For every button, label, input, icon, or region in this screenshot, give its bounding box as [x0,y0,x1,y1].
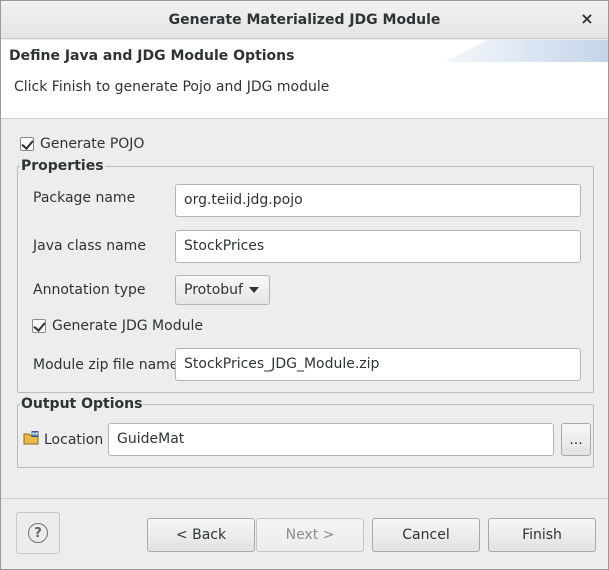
generate-jdg-module-option[interactable]: Generate JDG Module [32,318,203,334]
dialog-title: Generate Materialized JDG Module [168,12,441,28]
package-name-label: Package name [33,190,136,206]
help-button[interactable]: ? [16,512,60,554]
annotation-type-dropdown[interactable]: Protobuf [175,275,270,305]
help-icon: ? [28,523,48,543]
finish-button[interactable]: Finish [488,518,596,552]
location-label: Location [44,432,104,448]
back-button[interactable]: < Back [147,518,255,552]
wizard-banner: Define Java and JDG Module Options Click… [1,40,608,119]
java-class-name-field[interactable]: StockPrices [175,230,581,263]
java-class-name-label: Java class name [33,238,146,254]
annotation-type-label: Annotation type [33,282,146,298]
properties-legend: Properties [21,158,104,174]
next-button[interactable]: Next > [256,518,364,552]
cancel-button[interactable]: Cancel [372,518,480,552]
generate-pojo-label: Generate POJO [40,136,145,152]
chevron-down-icon [248,287,259,293]
folder-icon [23,431,39,449]
button-bar-separator [1,498,608,499]
dialog-window: Generate Materialized JDG Module × Defin… [0,0,609,570]
banner-decoration [444,40,608,62]
page-description: Click Finish to generate Pojo and JDG mo… [14,79,330,95]
browse-button[interactable]: ... [561,423,591,456]
generate-pojo-checkbox[interactable] [20,137,34,151]
generate-jdg-module-checkbox[interactable] [32,319,46,333]
module-zip-file-name-label: Module zip file name [33,357,179,373]
annotation-type-value: Protobuf [184,282,243,298]
location-label-group: Location [23,431,103,449]
package-name-field[interactable]: org.teiid.jdg.pojo [175,184,581,217]
page-heading: Define Java and JDG Module Options [9,48,295,64]
module-zip-file-name-field[interactable]: StockPrices_JDG_Module.zip [175,348,581,381]
generate-pojo-option[interactable]: Generate POJO [20,136,144,152]
generate-jdg-module-label: Generate JDG Module [52,318,203,334]
title-bar: Generate Materialized JDG Module × [1,1,608,39]
close-icon[interactable]: × [578,9,596,29]
location-field[interactable]: GuideMat [108,423,554,456]
output-options-legend: Output Options [21,396,143,412]
